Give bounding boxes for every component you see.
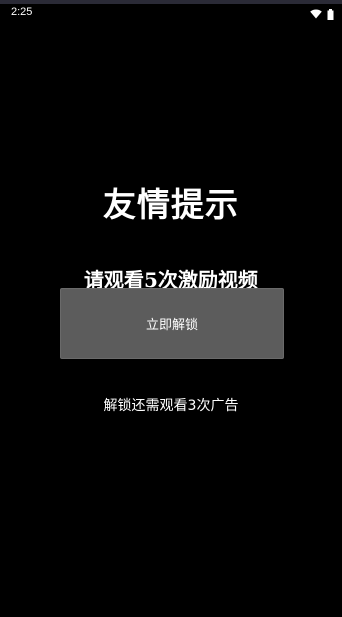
unlock-now-button[interactable]: 立即解锁 <box>60 288 284 359</box>
status-bar: 2:25 <box>0 4 342 24</box>
status-time: 2:25 <box>11 6 33 18</box>
remaining-ads-text: 解锁还需观看3次广告 <box>103 398 239 414</box>
wifi-icon <box>310 9 322 19</box>
dialog-title: 友情提示 <box>103 185 239 224</box>
battery-icon <box>327 8 334 20</box>
unlock-now-button-label: 立即解锁 <box>145 318 198 333</box>
status-icons <box>310 8 334 20</box>
